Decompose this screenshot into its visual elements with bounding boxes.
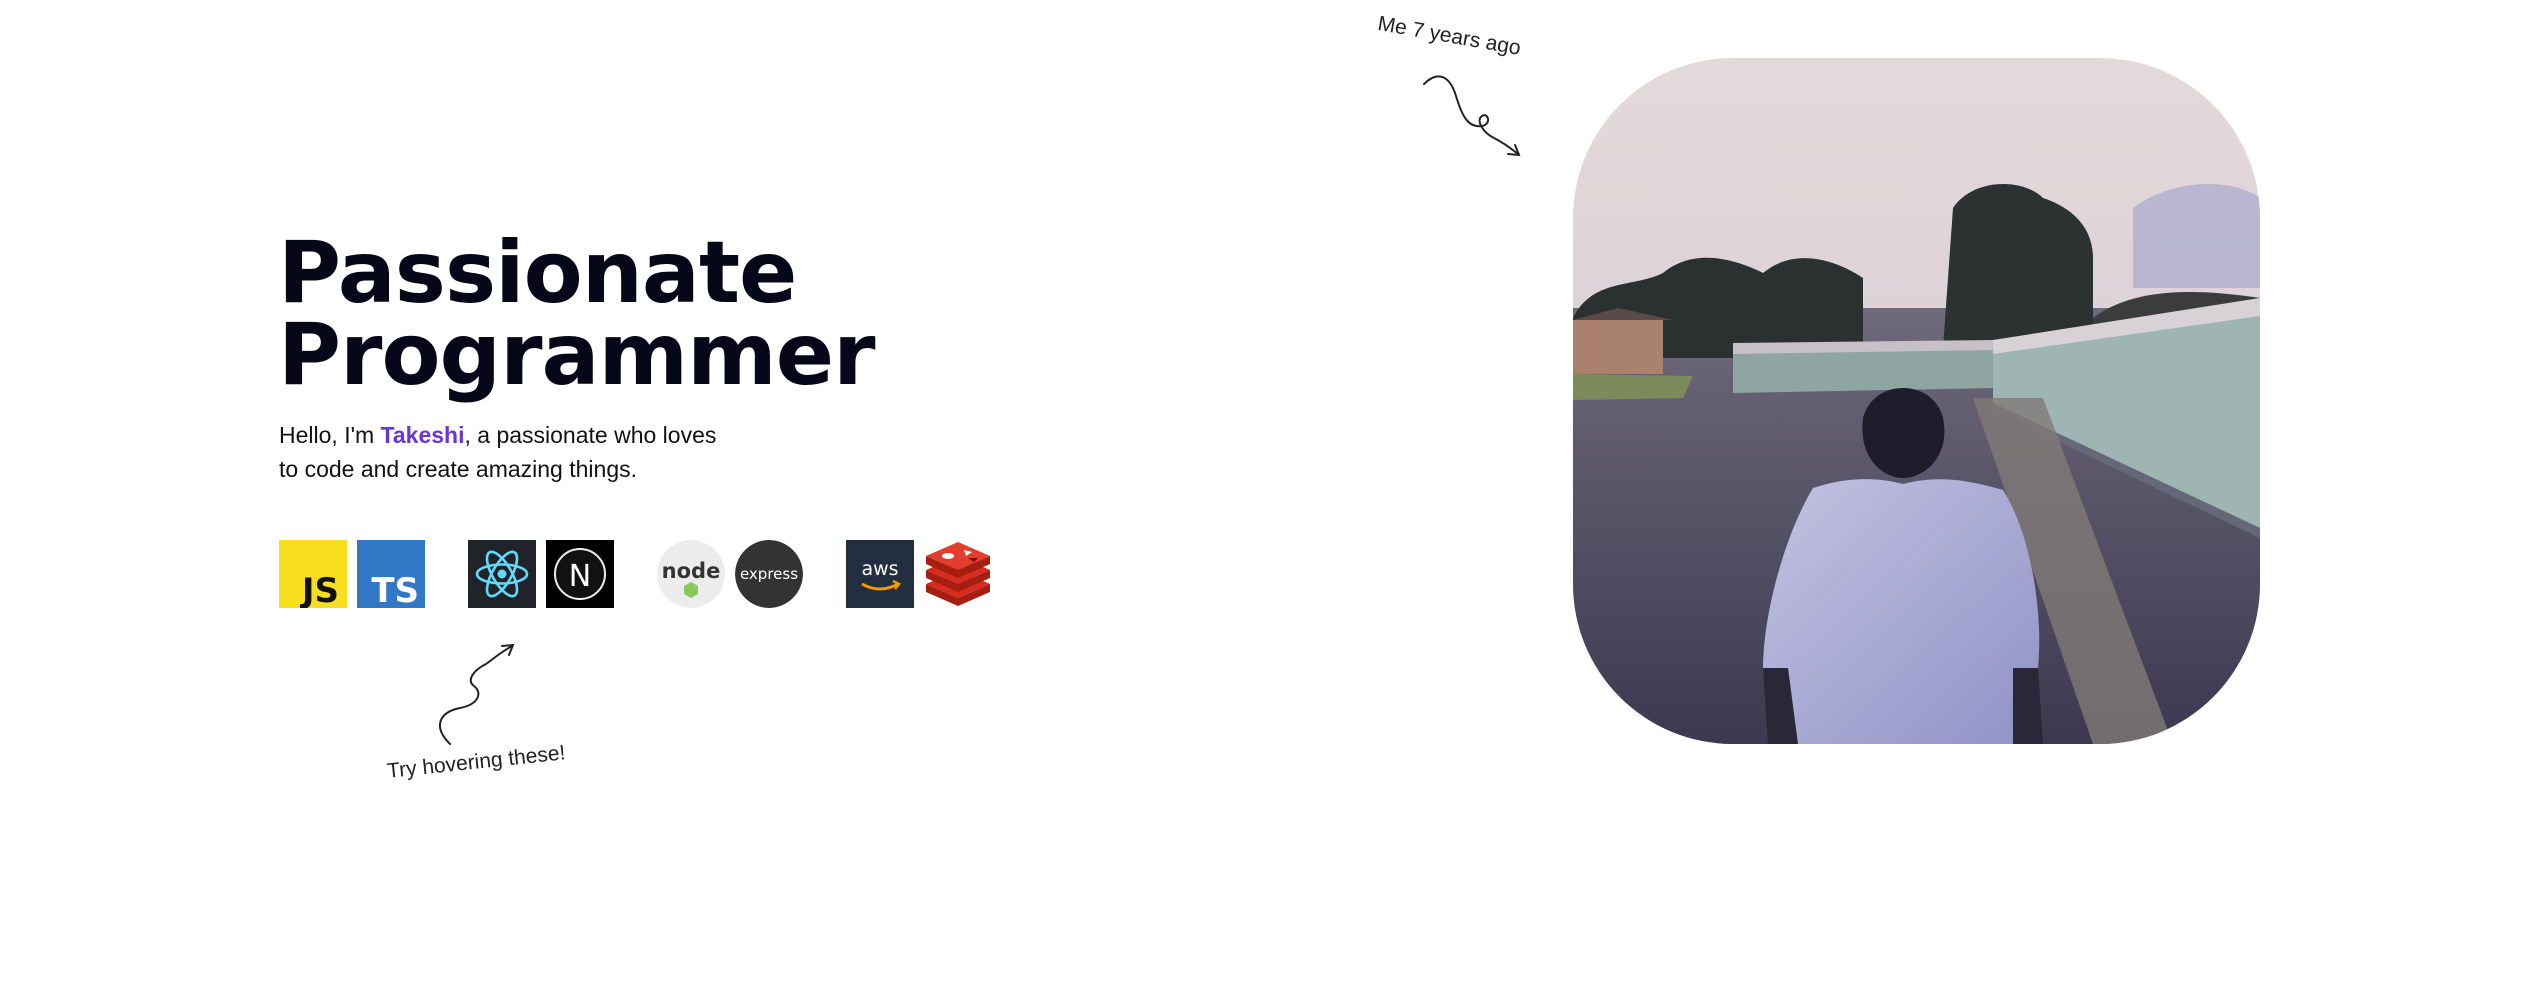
redis-icon[interactable] [924, 540, 992, 608]
hero-title-line-1: Passionate [278, 223, 797, 323]
intro-text: Hello, I'm Takeshi, a passionate who lov… [279, 418, 779, 486]
express-label: express [740, 565, 798, 583]
nodejs-label: node [662, 559, 721, 583]
profile-photo-image [1573, 58, 2260, 744]
nextjs-label: N [569, 559, 591, 594]
caption-arrow-icon [1423, 75, 1521, 157]
intro-line2: to code and create amazing things. [279, 456, 638, 482]
intro-prefix: Hello, I'm [279, 422, 381, 448]
express-icon[interactable]: express [735, 540, 803, 608]
aws-icon[interactable]: aws [846, 540, 914, 608]
aws-label: aws [861, 558, 898, 580]
javascript-icon[interactable]: JS [279, 540, 347, 608]
javascript-label: JS [300, 571, 339, 608]
intro-name: Takeshi [380, 422, 465, 448]
intro-line1-suffix: , a passionate who loves [464, 422, 717, 448]
photo-caption: Me 7 years ago [1376, 12, 1523, 60]
nextjs-icon[interactable]: N [546, 540, 614, 608]
react-icon[interactable] [468, 540, 536, 608]
hero-title-line-2: Programmer [278, 305, 875, 405]
profile-photo [1573, 58, 2260, 744]
hint-arrow-icon [438, 643, 515, 745]
typescript-label: TS [371, 571, 419, 608]
typescript-icon[interactable]: TS [357, 540, 425, 608]
hero-title: Passionate Programmer [278, 223, 875, 405]
nodejs-icon[interactable]: node [657, 540, 725, 608]
